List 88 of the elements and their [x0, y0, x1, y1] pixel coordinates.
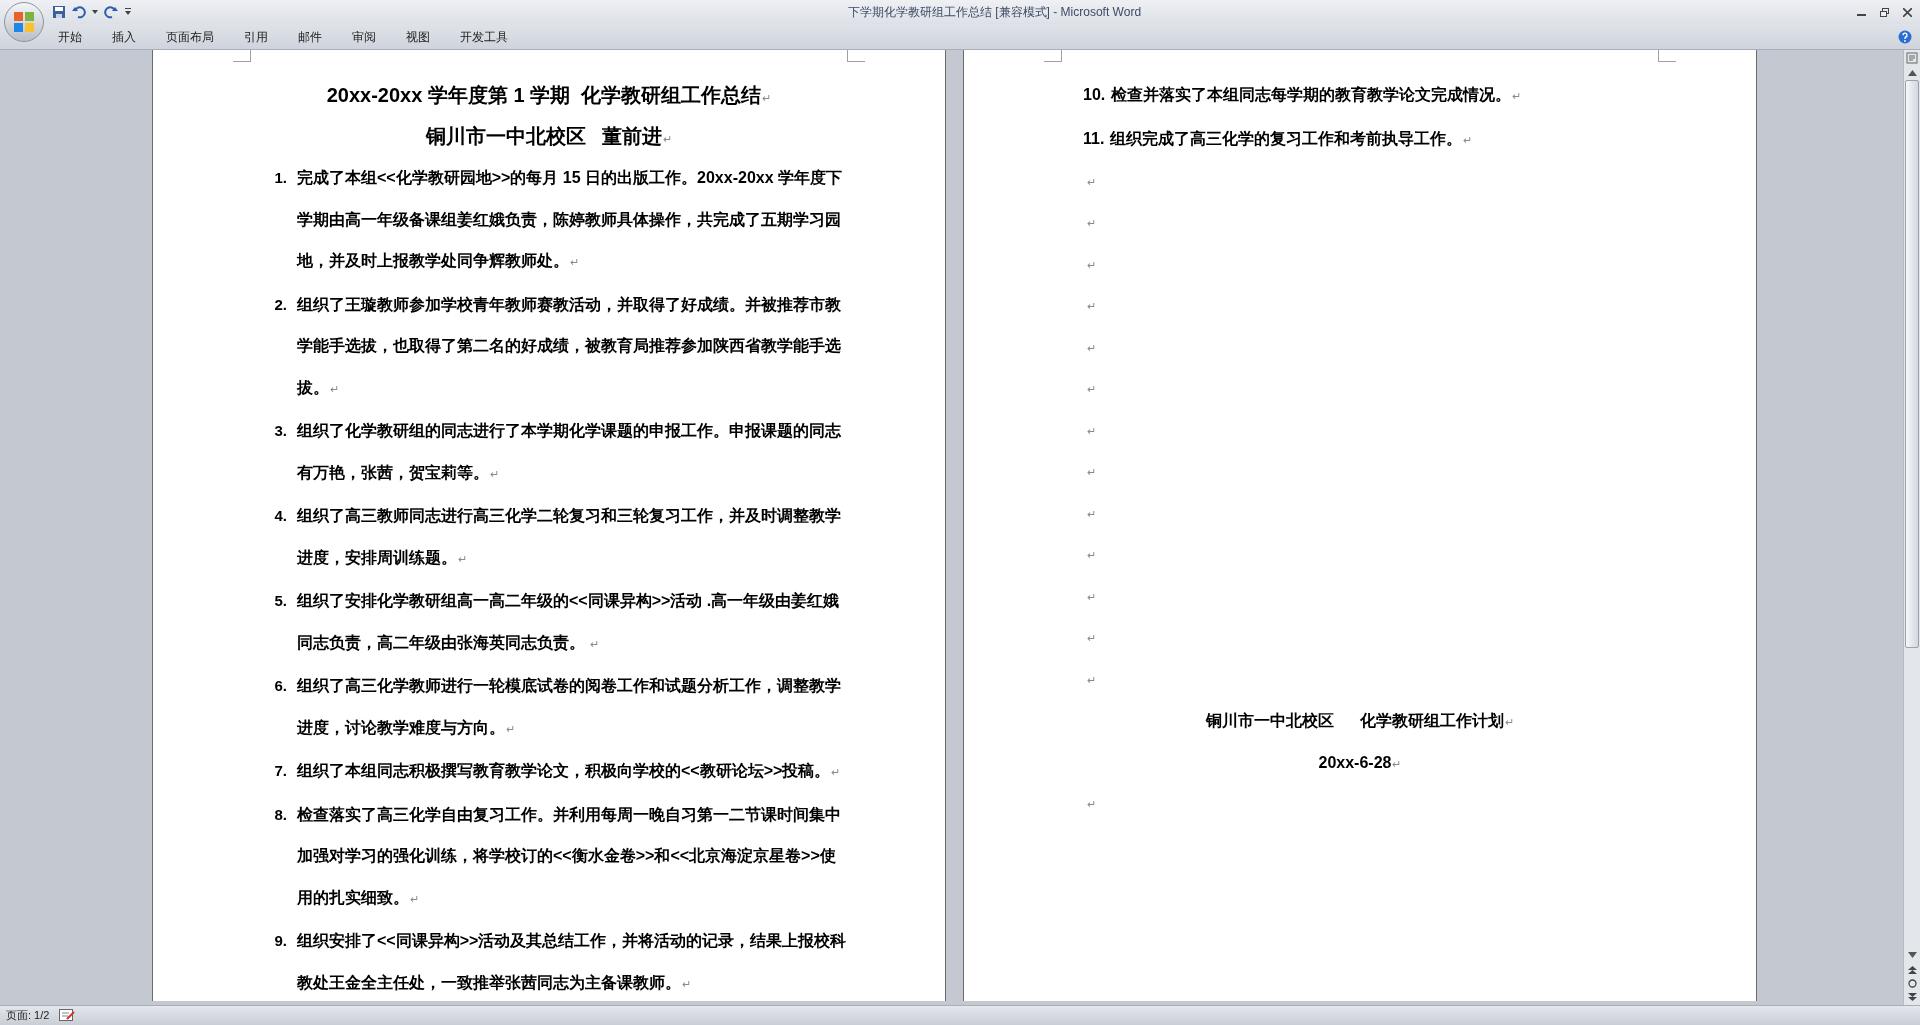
ribbon-tab[interactable]: 插入 — [112, 27, 136, 46]
office-logo-icon — [13, 11, 35, 33]
undo-icon[interactable] — [72, 5, 86, 19]
ribbon-tab[interactable]: 开发工具 — [460, 27, 508, 46]
paragraph-mark: ↵ — [1505, 716, 1515, 729]
page-count[interactable]: 页面: 1/2 — [6, 1007, 50, 1024]
ribbon-tab[interactable]: 开始 — [58, 27, 82, 46]
dropdown-caret-icon[interactable] — [92, 10, 98, 14]
crop-mark — [847, 50, 865, 62]
save-icon[interactable] — [52, 5, 66, 19]
list-number: 7. — [273, 761, 288, 781]
paragraph-mark: ↵ — [1087, 548, 1096, 563]
ribbon-tab[interactable]: 视图 — [406, 27, 430, 46]
crop-mark — [233, 50, 251, 62]
list-number: 2. — [273, 294, 288, 315]
list-number: 9. — [273, 931, 288, 951]
close-icon[interactable] — [1903, 7, 1912, 17]
paragraph-mark: ↵ — [762, 91, 772, 104]
paragraph-mark: ↵ — [570, 256, 579, 268]
scroll-up-icon[interactable] — [1907, 70, 1917, 76]
list-item-text: 组织了高三教师同志进行高三化学二轮复习和三轮复习工作，并及时调整教学进度，安排周训练题。↵ — [297, 506, 842, 568]
paragraph-mark: ↵ — [1087, 340, 1096, 356]
paragraph-mark: ↵ — [1087, 174, 1096, 190]
paragraph-mark: ↵ — [1087, 797, 1096, 812]
paragraph-mark: ↵ — [1087, 423, 1096, 439]
ribbon-tab[interactable]: 邮件 — [298, 27, 322, 46]
list-item-text: 完成了本组<<化学教研园地>>的每月 15 日的出版工作。20xx-20xx 学年度下学期由高一年级备课组姜红娥负责，陈婷教师具体操作，共完成了五期学习园地，并及时上报教学处同争辉教师处。↵ — [297, 168, 844, 271]
document-title: 20xx-20xx 学年度第 1 学期 化学教研组工作总结↵ — [326, 82, 772, 108]
paragraph-mark: ↵ — [1087, 257, 1096, 273]
paragraph-mark: ↵ — [410, 892, 419, 905]
paragraph-mark: ↵ — [1087, 382, 1096, 397]
scroll-thumb[interactable] — [1905, 80, 1919, 648]
paragraph-mark: ↵ — [1512, 90, 1522, 102]
centered-text: 铜川市一中北校区 化学教研组工作计划↵ — [1205, 711, 1515, 732]
paragraph-mark: ↵ — [1087, 672, 1096, 688]
office-button[interactable] — [4, 2, 44, 42]
paragraph-mark: ↵ — [1087, 589, 1096, 605]
customize-caret-icon[interactable] — [124, 8, 132, 16]
paragraph-mark: ↵ — [1392, 757, 1402, 770]
paragraph-mark: ↵ — [1087, 506, 1096, 522]
window-title: 下学期化学教研组工作总结 [兼容模式] - Microsoft Word — [847, 4, 1142, 21]
crop-mark — [1658, 50, 1676, 62]
list-item-text: 组织了王璇教师参加学校青年教师赛教活动，并取得了好成绩。并被推荐市教学能手选拔，也取得了第二名的好成绩，被教育局推荐参加陕西省教学能手选拔。↵ — [297, 294, 842, 398]
list-number: 3. — [273, 421, 288, 441]
list-number: 10. — [1083, 85, 1106, 105]
next-page-icon[interactable] — [1907, 992, 1917, 1001]
list-number: 4. — [273, 506, 288, 526]
crop-mark — [1044, 50, 1062, 62]
restore-icon[interactable] — [1880, 7, 1889, 17]
paragraph-mark: ↵ — [1087, 216, 1096, 231]
list-number: 1. — [273, 168, 288, 188]
list-number: 8. — [273, 804, 288, 825]
paragraph-mark: ↵ — [1087, 465, 1096, 480]
list-item-text: 组织了化学教研组的同志进行了本学期化学课题的申报工作。申报课题的同志有万艳，张茜，贺宝莉等。↵ — [297, 421, 842, 484]
paragraph-mark: ↵ — [506, 722, 515, 735]
list-number: 6. — [273, 676, 288, 696]
vertical-scrollbar[interactable] — [1903, 50, 1920, 1005]
paragraph-mark: ↵ — [1087, 299, 1096, 314]
browse-object-icon[interactable] — [1907, 979, 1917, 988]
paragraph-mark: ↵ — [1463, 133, 1473, 146]
list-item-text: 组织了本组同志积极撰写教育教学论文，积极向学校的<<教研论坛>>投稿。↵ — [297, 761, 841, 781]
document-title: 铜川市一中北校区 董前进↵ — [425, 124, 673, 150]
list-number: 11. — [1083, 128, 1105, 149]
ribbon-tab[interactable]: 引用 — [244, 27, 268, 46]
paragraph-mark: ↵ — [330, 382, 339, 395]
paragraph-mark: ↵ — [682, 977, 691, 990]
ribbon-tab[interactable]: 页面布局 — [166, 27, 214, 46]
paragraph-mark: ↵ — [663, 133, 673, 146]
list-item-text: 检查落实了高三化学自由复习工作。并利用每周一晚自习第一二节课时间集中加强对学习的强化训练，将学校订的<<衡水金卷>>和<<北京海淀京星卷>>使用的扎实细致。↵ — [297, 804, 842, 908]
paragraph-mark: ↵ — [590, 637, 600, 650]
list-item-text: 组织了高三化学教师进行一轮模底试卷的阅卷工作和试题分析工作，调整教学进度，讨论教学难度与方向。↵ — [297, 676, 842, 738]
scroll-down-icon[interactable] — [1907, 952, 1917, 958]
help-icon[interactable] — [1898, 29, 1912, 44]
paragraph-mark: ↵ — [1087, 631, 1096, 646]
paragraph-mark: ↵ — [831, 766, 841, 778]
list-item-text: 组织完成了高三化学的复习工作和考前执导工作。↵ — [1110, 128, 1473, 149]
previous-page-icon[interactable] — [1907, 966, 1917, 975]
paragraph-mark: ↵ — [490, 467, 499, 480]
list-item-text: 检查并落实了本组同志每学期的教育教学论文完成情况。↵ — [1111, 85, 1522, 105]
ruler-toggle-icon[interactable] — [1906, 52, 1918, 64]
paragraph-mark: ↵ — [458, 552, 467, 565]
proofing-status-icon[interactable] — [59, 1009, 76, 1022]
list-item-text: 组织安排了<<同课异构>>活动及其总结工作，并将活动的记录，结果上报校科教处王金全主任处，一致推举张茜同志为主备课教师。↵ — [297, 931, 848, 993]
list-number: 5. — [273, 591, 288, 611]
centered-text: 20xx-6-28↵ — [1318, 752, 1402, 773]
ribbon-tab[interactable]: 审阅 — [352, 27, 376, 46]
list-item-text: 组织了安排化学教研组高一高二年级的<<同课异构>>活动 .高一年级由姜红娥同志负责，高二年级由张海英同志负责。 ↵ — [297, 591, 841, 654]
redo-icon[interactable] — [104, 5, 118, 19]
